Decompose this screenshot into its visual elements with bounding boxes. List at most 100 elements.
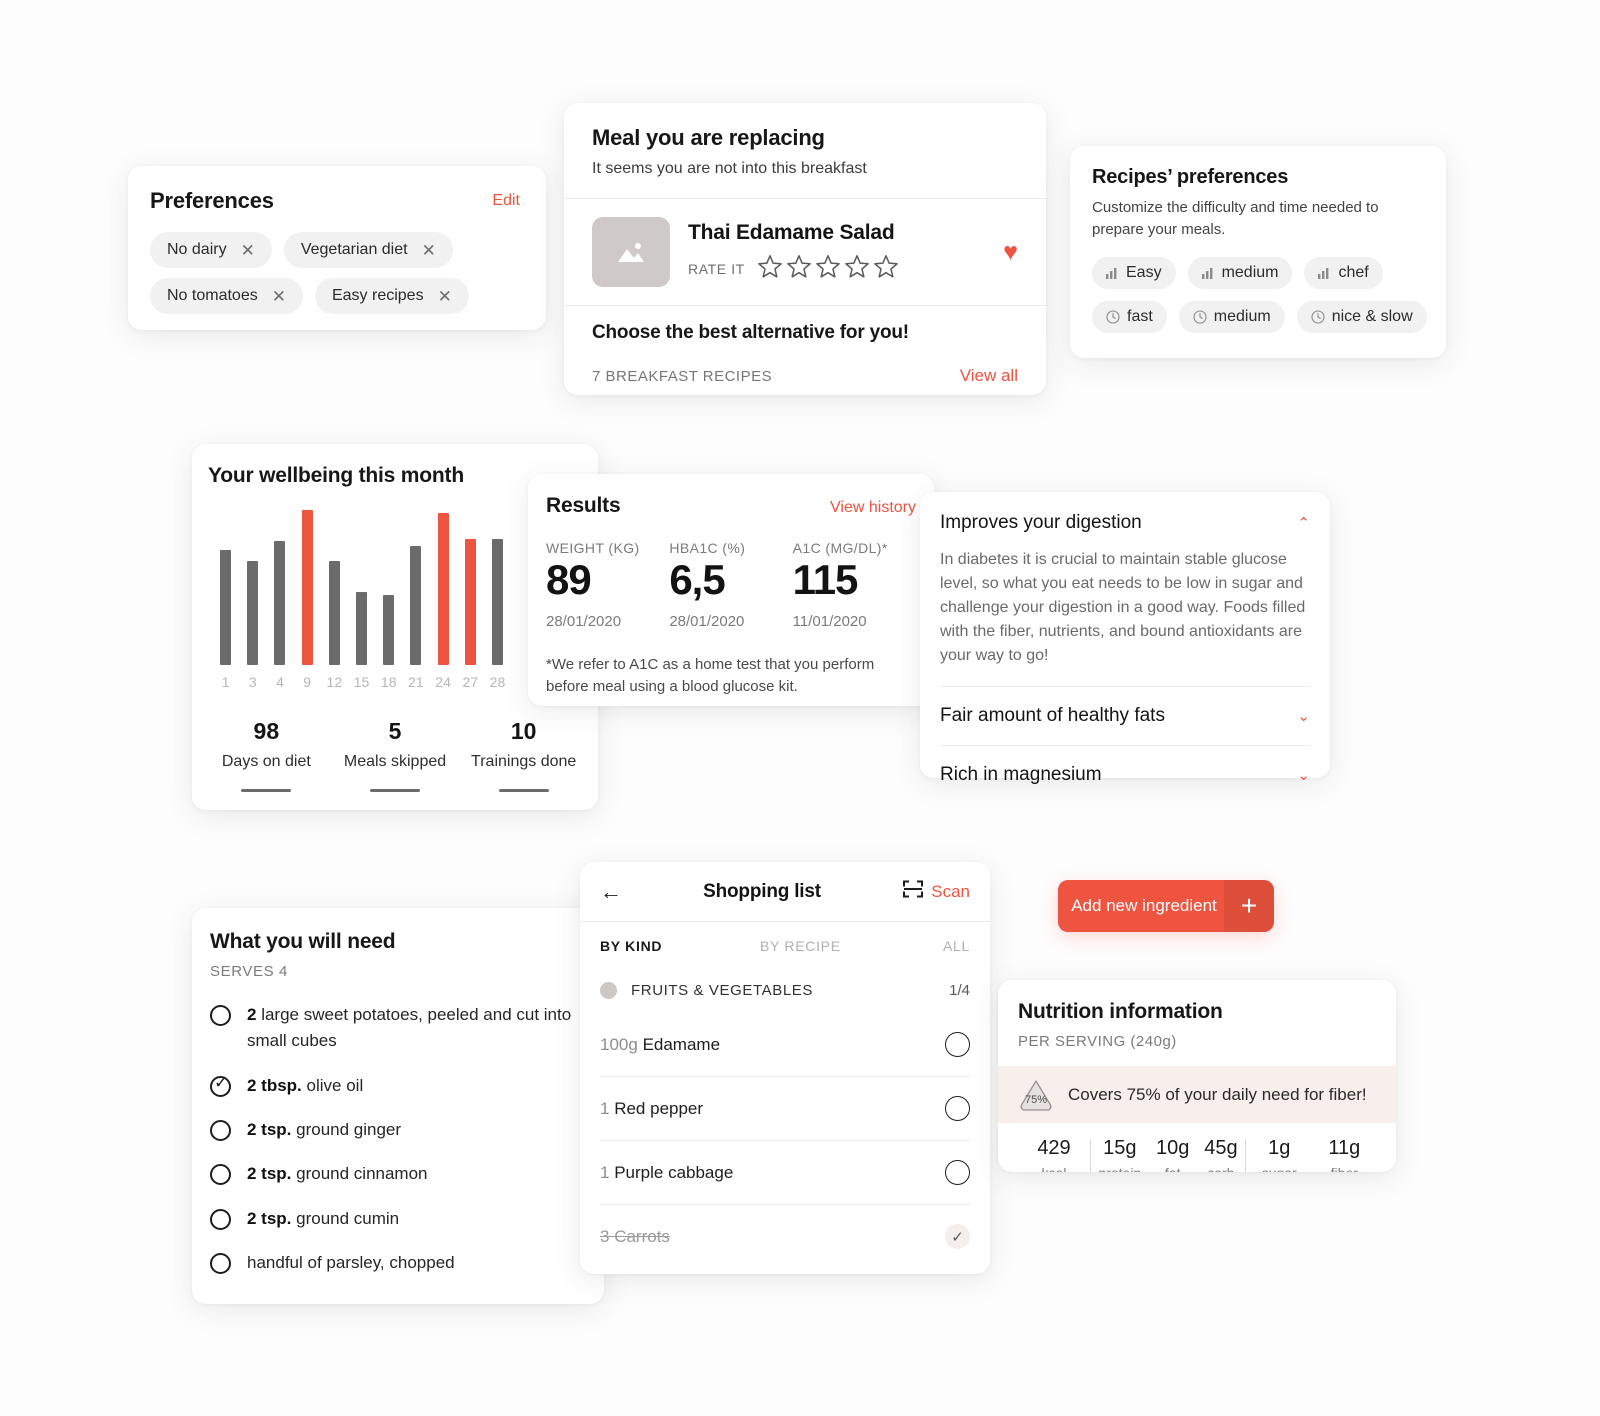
ingredients-inner: What you will need SERVES 4 2 large swee… (192, 908, 604, 1276)
view-history-button[interactable]: View history (830, 499, 916, 517)
benefit-body: In diabetes it is crucial to maintain st… (940, 551, 1306, 664)
remove-chip-icon[interactable]: ✕ (438, 288, 452, 305)
ingredient-row[interactable]: 2 large sweet potatoes, peeled and cut i… (210, 1002, 604, 1055)
add-new-ingredient-button[interactable]: Add new ingredient + (1058, 880, 1274, 932)
preference-chip[interactable]: Vegetarian diet ✕ (283, 232, 453, 268)
remove-chip-icon[interactable]: ✕ (241, 242, 255, 259)
difficulty-chip-label: chef (1338, 263, 1369, 281)
ingredient-checkbox-icon[interactable] (210, 1120, 231, 1142)
recipes-preferences-title: Recipes’ preferences (1092, 166, 1289, 188)
difficulty-chip[interactable]: chef (1304, 256, 1383, 289)
chart-bar-cell (348, 510, 375, 665)
chart-x-tick-label: 4 (276, 674, 284, 690)
wellbeing-stat: 5 Meals skipped (331, 718, 460, 792)
wellbeing-stat-underline (370, 789, 420, 792)
ingredient-checkbox-icon[interactable] (210, 1208, 231, 1230)
remove-chip-icon[interactable]: ✕ (272, 288, 286, 305)
shopping-list-item[interactable]: 100g Edamame (580, 1013, 990, 1076)
chevron-up-icon[interactable]: ⌃ (1297, 516, 1310, 531)
nutrition-header: Nutrition information PER SERVING (240g) (998, 980, 1396, 1066)
chart-bar (383, 595, 395, 665)
star-icon[interactable] (815, 254, 841, 284)
shopping-tab[interactable]: BY KIND (600, 938, 760, 954)
star-icon[interactable] (844, 254, 870, 284)
edit-preferences-button[interactable]: Edit (492, 188, 520, 210)
time-chip[interactable]: nice & slow (1296, 300, 1427, 333)
percent-badge-icon: 75% (1018, 1078, 1054, 1111)
chart-bar-cell (457, 510, 484, 665)
chart-x-tick-label: 18 (380, 674, 397, 690)
chart-bar-cell (484, 510, 511, 665)
star-icon[interactable] (873, 254, 899, 284)
shopping-item-checkbox-icon[interactable] (945, 1096, 970, 1121)
results-card: Results View history WEIGHT (KG) 89 28/01/… (528, 474, 934, 706)
star-icon[interactable] (786, 254, 812, 284)
plus-icon[interactable]: + (1224, 880, 1274, 932)
shopping-item-text: 1 Red pepper (600, 1099, 945, 1119)
ingredient-row[interactable]: 2 tsp. ground cumin (210, 1206, 604, 1232)
remove-chip-icon[interactable]: ✕ (422, 242, 436, 259)
chart-bar-cell (430, 510, 457, 665)
ingredient-checkbox-icon[interactable] (210, 1005, 231, 1026)
time-chip[interactable]: medium (1178, 300, 1285, 333)
shopping-tab[interactable]: BY RECIPE (760, 938, 943, 954)
recipes-preferences-subtitle: Customize the difficulty and time needed… (1092, 199, 1379, 238)
difficulty-chip[interactable]: medium (1187, 256, 1293, 289)
benefit-accordion-header[interactable]: Fair amount of healthy fats ⌄ (920, 687, 1330, 745)
ingredient-row[interactable]: handful of parsley, chopped (210, 1250, 604, 1276)
preferences-card: Preferences Edit No dairy ✕ Vegetarian die… (128, 166, 546, 330)
back-arrow-icon[interactable]: ← (600, 880, 640, 903)
shopping-item-checkbox-icon[interactable] (945, 1032, 970, 1057)
benefits-accordion-card: Improves your digestion ⌃ In diabetes it i… (920, 492, 1330, 785)
star-rating[interactable] (757, 254, 899, 284)
preference-chip[interactable]: Easy recipes ✕ (314, 278, 469, 314)
chart-x-axis-labels: 1 3 4 9 12 15 18 21 24 27 28 (212, 674, 512, 690)
ingredient-row[interactable]: 2 tsp. ground ginger (210, 1117, 604, 1143)
star-icon[interactable] (757, 254, 783, 284)
ingredient-row[interactable]: 2 tbsp. olive oil (210, 1073, 604, 1099)
time-chip-label: medium (1213, 307, 1271, 325)
ingredient-checkbox-icon[interactable] (210, 1164, 231, 1186)
time-chip-list: fast medium nice & slow (1070, 289, 1446, 333)
chart-x-tick-label: 9 (303, 674, 312, 690)
scan-button[interactable]: Scan (884, 880, 970, 903)
bars-icon (1201, 266, 1215, 279)
preference-chip[interactable]: No dairy ✕ (150, 232, 272, 268)
time-chip[interactable]: fast (1092, 300, 1167, 333)
result-metric-key: WEIGHT (KG) (546, 540, 640, 556)
shopping-group-header[interactable]: FRUITS & VEGETABLES 1/4 (580, 968, 990, 1013)
scan-label: Scan (931, 881, 970, 901)
benefit-accordion-header[interactable]: Improves your digestion ⌃ (920, 492, 1330, 534)
ingredients-card: What you will need SERVES 4 2 large swee… (192, 908, 604, 1304)
results-inner: Results View history WEIGHT (KG) 89 28/01/… (528, 474, 934, 699)
ingredient-text: handful of parsley, chopped (247, 1250, 467, 1276)
shopping-item-checkbox-icon[interactable] (945, 1160, 970, 1185)
shopping-tab[interactable]: ALL (943, 938, 970, 954)
benefit-accordion-header[interactable]: Rich in magnesium ⌄ (920, 746, 1330, 804)
ingredient-quantity: 2 tsp. (247, 1120, 292, 1140)
chevron-down-icon[interactable]: ⌄ (1297, 768, 1310, 783)
ingredient-checkbox-icon[interactable] (210, 1253, 231, 1275)
benefit-title: Fair amount of healthy fats (940, 705, 1165, 726)
shopping-item-text: 1 Purple cabbage (600, 1163, 945, 1183)
shopping-list-item[interactable]: 1 Red pepper (580, 1077, 990, 1140)
favorite-heart-icon[interactable]: ♥ (1003, 239, 1018, 265)
difficulty-chip[interactable]: Easy (1092, 256, 1176, 289)
preference-chip[interactable]: No tomatoes ✕ (150, 278, 303, 314)
shopping-item-checked-icon[interactable]: ✓ (945, 1224, 970, 1249)
calories-unit: kcal (1018, 1165, 1090, 1172)
wellbeing-stat: 10 Trainings done (459, 718, 588, 792)
ingredient-list: 2 large sweet potatoes, peeled and cut i… (210, 1002, 604, 1276)
result-metric-date: 28/01/2020 (546, 612, 622, 630)
shopping-list-item[interactable]: 3 Carrots ✓ (580, 1205, 990, 1268)
wellbeing-stat-value: 98 (253, 718, 280, 744)
ingredient-row[interactable]: 2 tsp. ground cinnamon (210, 1161, 604, 1187)
chart-bar (356, 592, 368, 665)
chevron-down-icon[interactable]: ⌄ (1297, 709, 1310, 724)
ingredient-checkbox-checked-icon[interactable] (210, 1073, 231, 1097)
macro-item-unit: fat (1156, 1165, 1189, 1172)
view-all-button[interactable]: View all (960, 366, 1018, 386)
shopping-list-item[interactable]: 1 Purple cabbage (580, 1141, 990, 1204)
scan-frame-icon (903, 880, 924, 903)
sugar-item: 11g fiber (1328, 1137, 1360, 1172)
